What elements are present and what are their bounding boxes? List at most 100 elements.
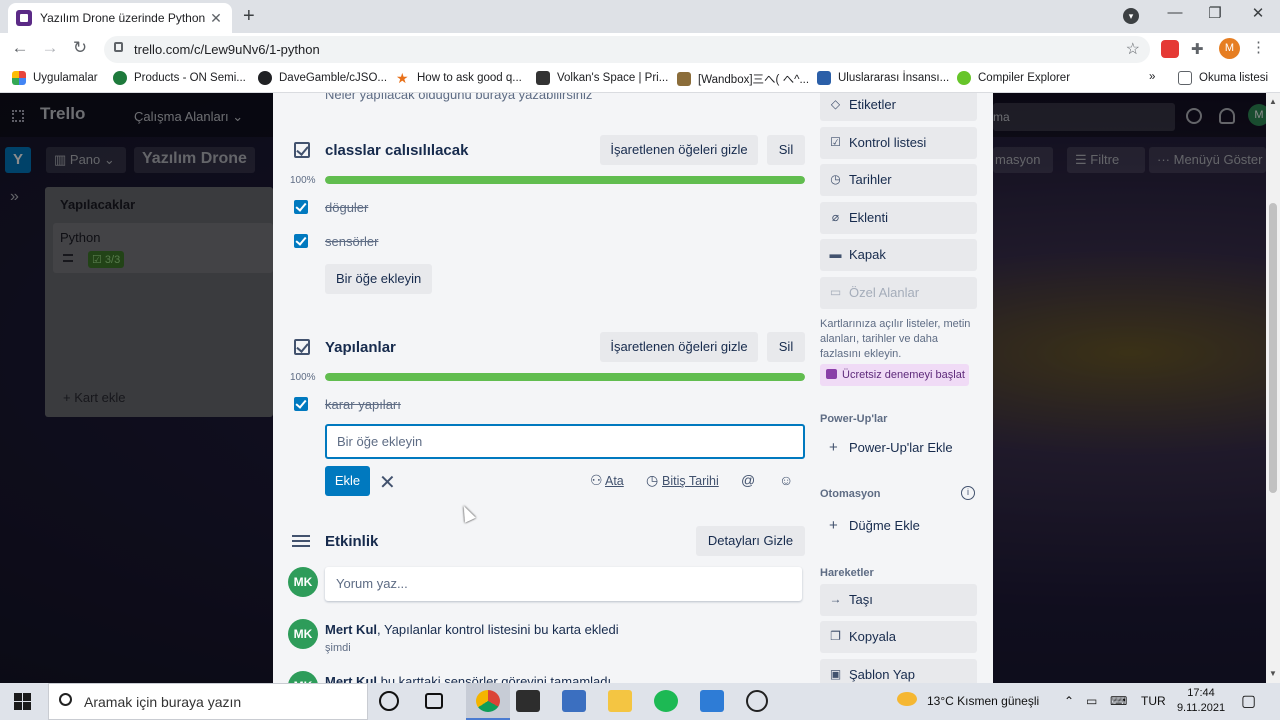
bookmark-apps[interactable]: Uygulamalar <box>12 71 98 85</box>
bookmark-star-icon[interactable]: ☆ <box>1126 39 1140 59</box>
powerups-header: Power-Up'lar <box>820 413 888 425</box>
spotify-icon[interactable] <box>654 690 678 712</box>
outlook-icon[interactable] <box>700 690 724 712</box>
youtube-extension-icon[interactable] <box>1161 40 1179 58</box>
add-submit-button[interactable]: Ekle <box>325 466 370 496</box>
delete-checklist-button[interactable]: Sil <box>767 332 805 362</box>
language-indicator[interactable]: TUR <box>1141 694 1166 708</box>
scroll-down-icon[interactable]: ▼ <box>1269 669 1277 678</box>
cover-icon: ▬ <box>829 247 842 261</box>
new-tab-icon[interactable]: + <box>243 5 255 28</box>
address-bar[interactable]: trello.com/c/Lew9uNv6/1-python ☆ <box>104 36 1150 63</box>
attachment-button[interactable]: ⌀ Eklenti <box>820 202 977 234</box>
delete-checklist-button[interactable]: Sil <box>767 135 805 165</box>
checklist-icon: ☑ <box>830 135 841 149</box>
back-icon[interactable]: ← <box>10 38 30 58</box>
checklist-checkbox[interactable] <box>294 397 308 411</box>
move-button[interactable]: → Taşı <box>820 584 977 616</box>
avatar[interactable]: MK <box>288 619 318 649</box>
bookmark-cjson[interactable]: DaveGamble/cJSO... <box>258 71 387 85</box>
page-scrollbar[interactable]: ▲ ▼ <box>1266 93 1280 683</box>
bookmark-robot[interactable]: Uluslararası İnsansı... <box>817 71 949 85</box>
notification-center-icon[interactable]: ▢ <box>1241 691 1256 711</box>
avatar[interactable]: MK <box>288 671 318 683</box>
taskbar-search[interactable]: Aramak için buraya yazın <box>48 683 368 720</box>
bookmark-wandbox[interactable]: [Wandbox]三へ( へ^... <box>677 71 809 87</box>
bookmark-ask-questions[interactable]: ★ How to ask good q... <box>396 71 522 85</box>
make-template-button[interactable]: ▣ Şablon Yap <box>820 659 977 683</box>
checklist-item[interactable]: döguler <box>325 200 368 215</box>
reload-icon[interactable]: ↻ <box>70 38 90 58</box>
checklist-title[interactable]: Yapılanlar <box>325 339 396 356</box>
hide-details-button[interactable]: Detayları Gizle <box>696 526 805 556</box>
automation-info-icon[interactable]: i <box>961 486 975 500</box>
tab-search-icon[interactable]: ▾ <box>1123 8 1139 24</box>
hide-checked-button[interactable]: İşaretlenen öğeleri gizle <box>600 135 758 165</box>
mail-app-icon[interactable] <box>562 690 586 712</box>
cancel-add-icon[interactable]: ✕ <box>379 470 396 495</box>
due-date-clock-icon: ◷ <box>646 472 659 488</box>
assign-member-icon: ⚇ <box>590 472 603 488</box>
bookmark-volkan[interactable]: Volkan's Space | Pri... <box>536 71 668 85</box>
start-windows-icon[interactable] <box>14 693 31 710</box>
store-icon[interactable] <box>516 690 540 712</box>
due-date-button[interactable]: Bitiş Tarihi <box>662 474 719 488</box>
weather-icon[interactable] <box>897 692 917 706</box>
plus-icon: + <box>829 517 838 534</box>
checklist-item[interactable]: sensörler <box>325 234 378 249</box>
checklist-item[interactable]: karar yapıları <box>325 397 401 412</box>
add-powerups-button[interactable]: + Power-Up'lar Ekle <box>820 439 953 456</box>
tab-title: Yazılım Drone üzerinde Python | T <box>40 11 208 25</box>
activity-user[interactable]: Mert Kul <box>325 622 377 637</box>
activity-user[interactable]: Mert Kul <box>325 674 377 683</box>
scroll-up-icon[interactable]: ▲ <box>1269 97 1277 106</box>
hide-checked-button[interactable]: İşaretlenen öğeleri gizle <box>600 332 758 362</box>
checklist-button[interactable]: ☑ Kontrol listesi <box>820 127 977 159</box>
maximize-icon[interactable]: ❐ <box>1205 4 1225 22</box>
comment-input[interactable]: Yorum yaz... <box>325 567 802 601</box>
avatar[interactable]: MK <box>288 567 318 597</box>
trial-icon <box>826 369 837 379</box>
bookmarks-overflow-icon[interactable]: » <box>1149 71 1155 83</box>
custom-fields-button[interactable]: ▭ Özel Alanlar <box>820 277 977 309</box>
paperclip-icon: ⌀ <box>831 210 840 224</box>
tray-overflow-icon[interactable]: ⌃ <box>1064 694 1074 708</box>
browser-menu-icon[interactable]: ⋮ <box>1251 38 1269 56</box>
description-text[interactable]: Neler yapılacak olduğunu buraya yazabili… <box>325 93 592 102</box>
forward-icon[interactable]: → <box>40 38 60 58</box>
browser-tab-active[interactable]: Yazılım Drone üzerinde Python | T ✕ <box>8 3 232 33</box>
labels-button[interactable]: ◇ Etiketler <box>820 93 977 121</box>
copy-button[interactable]: ❐ Kopyala <box>820 621 977 653</box>
checklist-title[interactable]: classlar calısılılacak <box>325 142 468 159</box>
reading-list[interactable]: Okuma listesi <box>1178 71 1268 85</box>
bookmark-on-semi[interactable]: Products - ON Semi... <box>113 71 246 85</box>
weather-text[interactable]: 13°C Kısmen güneşli <box>927 694 1039 708</box>
assign-button[interactable]: Ata <box>605 474 624 488</box>
extensions-puzzle-icon[interactable]: ✚ <box>1191 40 1209 58</box>
obs-icon[interactable] <box>746 690 768 712</box>
mention-icon[interactable]: @ <box>741 472 755 488</box>
tab-close-icon[interactable]: ✕ <box>208 10 224 27</box>
activity-timestamp[interactable]: şimdi <box>325 642 351 654</box>
cover-button[interactable]: ▬ Kapak <box>820 239 977 271</box>
file-explorer-icon[interactable] <box>608 690 632 712</box>
profile-avatar[interactable]: M <box>1219 38 1240 59</box>
keyboard-icon[interactable]: ⌨ <box>1110 694 1127 708</box>
add-item-input[interactable]: Bir öğe ekleyin <box>325 424 805 459</box>
emoji-icon[interactable]: ☺ <box>779 472 793 488</box>
battery-icon[interactable]: ▭ <box>1086 694 1097 708</box>
cortana-icon[interactable] <box>379 691 399 711</box>
window-close-icon[interactable]: ✕ <box>1248 4 1268 22</box>
minimize-icon[interactable]: — <box>1165 4 1185 21</box>
add-button-button[interactable]: + Düğme Ekle <box>820 517 920 534</box>
bookmark-compiler-explorer[interactable]: Compiler Explorer <box>957 71 1070 85</box>
chrome-icon[interactable] <box>476 690 500 712</box>
start-trial-button[interactable]: Ücretsiz denemeyi başlat <box>820 364 969 386</box>
checklist-checkbox[interactable] <box>294 234 308 248</box>
task-view-icon[interactable] <box>425 693 443 709</box>
system-clock[interactable]: 17:44 9.11.2021 <box>1172 686 1230 716</box>
dates-button[interactable]: ◷ Tarihler <box>820 164 977 196</box>
scrollbar-thumb[interactable] <box>1269 203 1277 493</box>
add-item-button[interactable]: Bir öğe ekleyin <box>325 264 433 294</box>
checklist-checkbox[interactable] <box>294 200 308 214</box>
